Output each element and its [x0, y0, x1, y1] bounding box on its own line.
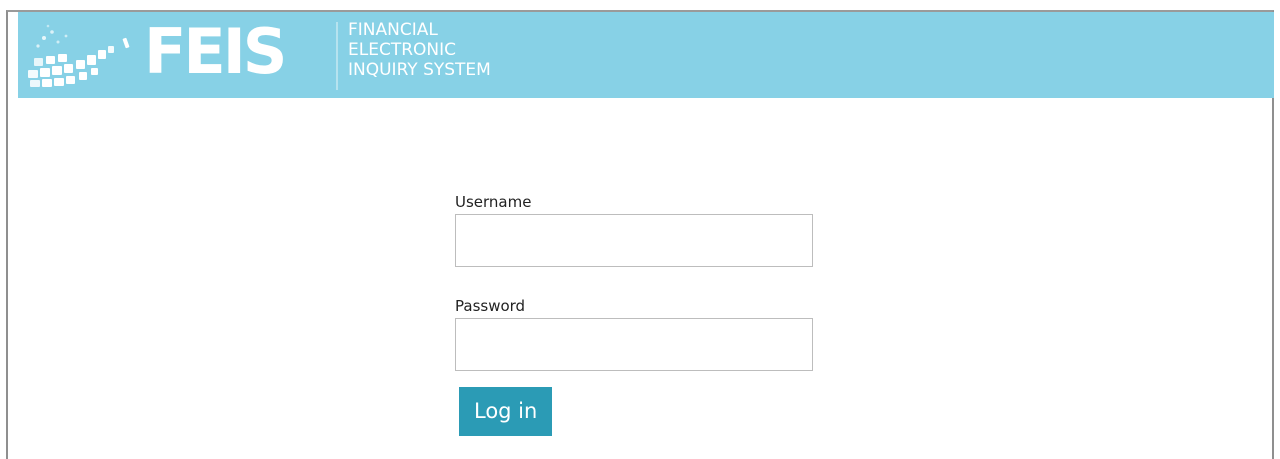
username-input[interactable]: [455, 214, 813, 267]
site-header: FEIS FINANCIAL ELECTRONIC INQUIRY SYSTEM: [18, 12, 1274, 98]
subtitle-line-1: FINANCIAL: [348, 20, 438, 40]
logo-divider: [336, 22, 338, 90]
login-form: Username Password Log in: [455, 190, 815, 436]
subtitle-line-2: ELECTRONIC: [348, 40, 457, 60]
globe-logo-icon: [28, 24, 130, 87]
password-label: Password: [455, 297, 526, 315]
subtitle-line-3: INQUIRY SYSTEM: [348, 60, 491, 80]
login-window: FEIS FINANCIAL ELECTRONIC INQUIRY SYSTEM…: [6, 10, 1274, 459]
login-button[interactable]: Log in: [459, 387, 553, 436]
logo-subtitle: FINANCIAL ELECTRONIC INQUIRY SYSTEM: [348, 20, 491, 80]
username-label: Username: [455, 193, 532, 211]
logo-wordmark: FEIS: [144, 15, 287, 88]
password-input[interactable]: [455, 318, 813, 371]
